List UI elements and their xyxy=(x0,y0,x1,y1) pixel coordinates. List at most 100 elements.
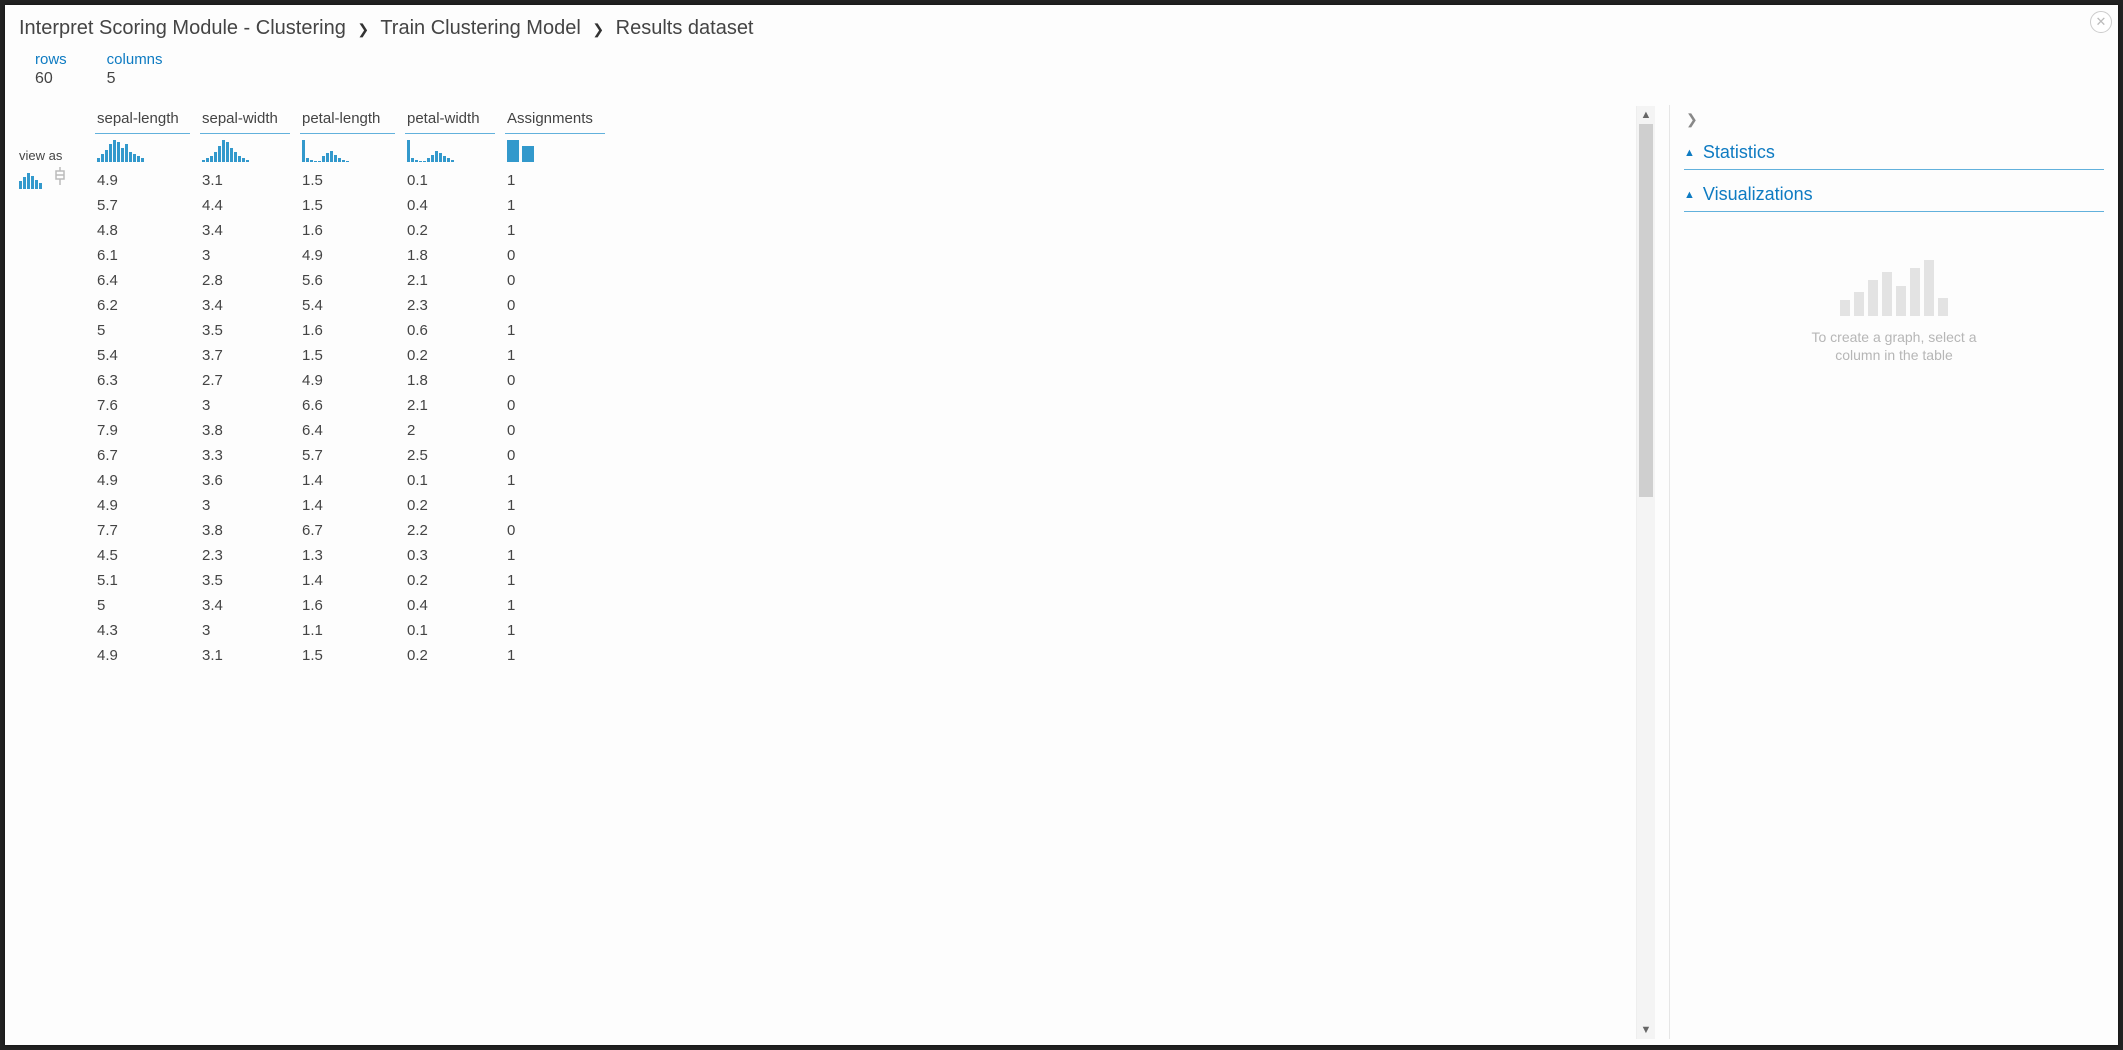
chevron-right-icon: ❯ xyxy=(592,21,604,37)
table-cell: 0.2 xyxy=(405,568,505,593)
table-row[interactable]: 6.73.35.72.50 xyxy=(95,443,615,468)
column-header[interactable]: sepal-width xyxy=(200,106,300,133)
table-cell: 1 xyxy=(505,593,615,618)
right-panel-collapse-icon[interactable]: ❯ xyxy=(1684,111,2104,128)
table-cell: 3.4 xyxy=(200,593,300,618)
table-cell: 1 xyxy=(505,218,615,243)
table-cell: 0.2 xyxy=(405,343,505,368)
placeholder-text-line-1: To create a graph, select a xyxy=(1684,328,2104,346)
column-sparkline[interactable] xyxy=(505,134,615,168)
table-row[interactable]: 4.93.11.50.21 xyxy=(95,643,615,668)
table-cell: 1.1 xyxy=(300,618,405,643)
table-row[interactable]: 4.93.61.40.11 xyxy=(95,468,615,493)
table-cell: 3.8 xyxy=(200,418,300,443)
caret-down-icon: ▲ xyxy=(1684,189,1695,201)
table-cell: 0 xyxy=(505,243,615,268)
table-cell: 0 xyxy=(505,268,615,293)
table-cell: 4.3 xyxy=(95,618,200,643)
table-row[interactable]: 4.93.11.50.11 xyxy=(95,168,615,193)
table-cell: 0 xyxy=(505,443,615,468)
columns-value: 5 xyxy=(107,70,163,88)
table-cell: 2.3 xyxy=(405,293,505,318)
table-cell: 6.1 xyxy=(95,243,200,268)
table-row[interactable]: 53.51.60.61 xyxy=(95,318,615,343)
view-as-boxplot-icon[interactable] xyxy=(53,167,67,189)
table-cell: 1 xyxy=(505,618,615,643)
table-cell: 6.7 xyxy=(300,518,405,543)
table-cell: 1 xyxy=(505,543,615,568)
table-cell: 6.3 xyxy=(95,368,200,393)
table-row[interactable]: 4.331.10.11 xyxy=(95,618,615,643)
column-sparkline[interactable] xyxy=(95,134,200,168)
view-as-histogram-icon[interactable] xyxy=(19,171,47,189)
table-cell: 1.6 xyxy=(300,318,405,343)
table-cell: 1.5 xyxy=(300,343,405,368)
breadcrumb-level-1[interactable]: Interpret Scoring Module - Clustering xyxy=(19,17,346,39)
column-header[interactable]: petal-width xyxy=(405,106,505,133)
column-sparkline[interactable] xyxy=(405,134,505,168)
scroll-thumb[interactable] xyxy=(1639,124,1653,497)
table-cell: 6.4 xyxy=(95,268,200,293)
table-row[interactable]: 7.636.62.10 xyxy=(95,393,615,418)
table-cell: 0.6 xyxy=(405,318,505,343)
table-row[interactable]: 4.931.40.21 xyxy=(95,493,615,518)
column-header[interactable]: petal-length xyxy=(300,106,405,133)
table-cell: 4.9 xyxy=(95,468,200,493)
data-table: sepal-lengthsepal-widthpetal-lengthpetal… xyxy=(95,106,615,668)
table-cell: 1 xyxy=(505,568,615,593)
table-row[interactable]: 4.83.41.60.21 xyxy=(95,218,615,243)
table-cell: 0.4 xyxy=(405,593,505,618)
column-sparkline[interactable] xyxy=(200,134,300,168)
table-cell: 3.3 xyxy=(200,443,300,468)
table-cell: 6.6 xyxy=(300,393,405,418)
table-cell: 2.5 xyxy=(405,443,505,468)
table-cell: 3.4 xyxy=(200,218,300,243)
table-cell: 3.7 xyxy=(200,343,300,368)
table-cell: 1 xyxy=(505,168,615,193)
table-cell: 3 xyxy=(200,618,300,643)
table-cell: 3 xyxy=(200,243,300,268)
vertical-scrollbar[interactable]: ▲ ▼ xyxy=(1636,106,1655,1039)
statistics-label: Statistics xyxy=(1703,142,1775,163)
table-row[interactable]: 6.134.91.80 xyxy=(95,243,615,268)
table-row[interactable]: 7.93.86.420 xyxy=(95,418,615,443)
table-row[interactable]: 7.73.86.72.20 xyxy=(95,518,615,543)
statistics-section-header[interactable]: ▲ Statistics xyxy=(1684,138,2104,170)
table-cell: 5.4 xyxy=(300,293,405,318)
table-cell: 2.1 xyxy=(405,268,505,293)
table-cell: 3.8 xyxy=(200,518,300,543)
scroll-up-arrow-icon[interactable]: ▲ xyxy=(1637,106,1655,124)
rows-label: rows xyxy=(35,51,67,68)
close-button[interactable]: ✕ xyxy=(2090,11,2112,33)
table-cell: 6.7 xyxy=(95,443,200,468)
table-cell: 3.4 xyxy=(200,293,300,318)
table-cell: 1.5 xyxy=(300,643,405,668)
table-cell: 6.4 xyxy=(300,418,405,443)
table-row[interactable]: 6.32.74.91.80 xyxy=(95,368,615,393)
table-row[interactable]: 5.43.71.50.21 xyxy=(95,343,615,368)
table-cell: 0.3 xyxy=(405,543,505,568)
table-row[interactable]: 53.41.60.41 xyxy=(95,593,615,618)
table-row[interactable]: 6.23.45.42.30 xyxy=(95,293,615,318)
column-header[interactable]: sepal-length xyxy=(95,106,200,133)
table-cell: 7.6 xyxy=(95,393,200,418)
breadcrumb-level-2[interactable]: Train Clustering Model xyxy=(380,17,580,39)
table-row[interactable]: 5.74.41.50.41 xyxy=(95,193,615,218)
table-cell: 3.1 xyxy=(200,643,300,668)
table-cell: 1 xyxy=(505,343,615,368)
table-cell: 7.9 xyxy=(95,418,200,443)
visualizations-section-header[interactable]: ▲ Visualizations xyxy=(1684,180,2104,212)
table-cell: 5 xyxy=(95,318,200,343)
table-row[interactable]: 4.52.31.30.31 xyxy=(95,543,615,568)
table-row[interactable]: 6.42.85.62.10 xyxy=(95,268,615,293)
scroll-down-arrow-icon[interactable]: ▼ xyxy=(1637,1021,1655,1039)
table-cell: 0 xyxy=(505,293,615,318)
column-sparkline[interactable] xyxy=(300,134,405,168)
column-header[interactable]: Assignments xyxy=(505,106,615,133)
table-cell: 6.2 xyxy=(95,293,200,318)
table-row[interactable]: 5.13.51.40.21 xyxy=(95,568,615,593)
table-cell: 1 xyxy=(505,643,615,668)
table-cell: 1.6 xyxy=(300,218,405,243)
visualizations-label: Visualizations xyxy=(1703,184,1813,205)
table-cell: 0.2 xyxy=(405,643,505,668)
